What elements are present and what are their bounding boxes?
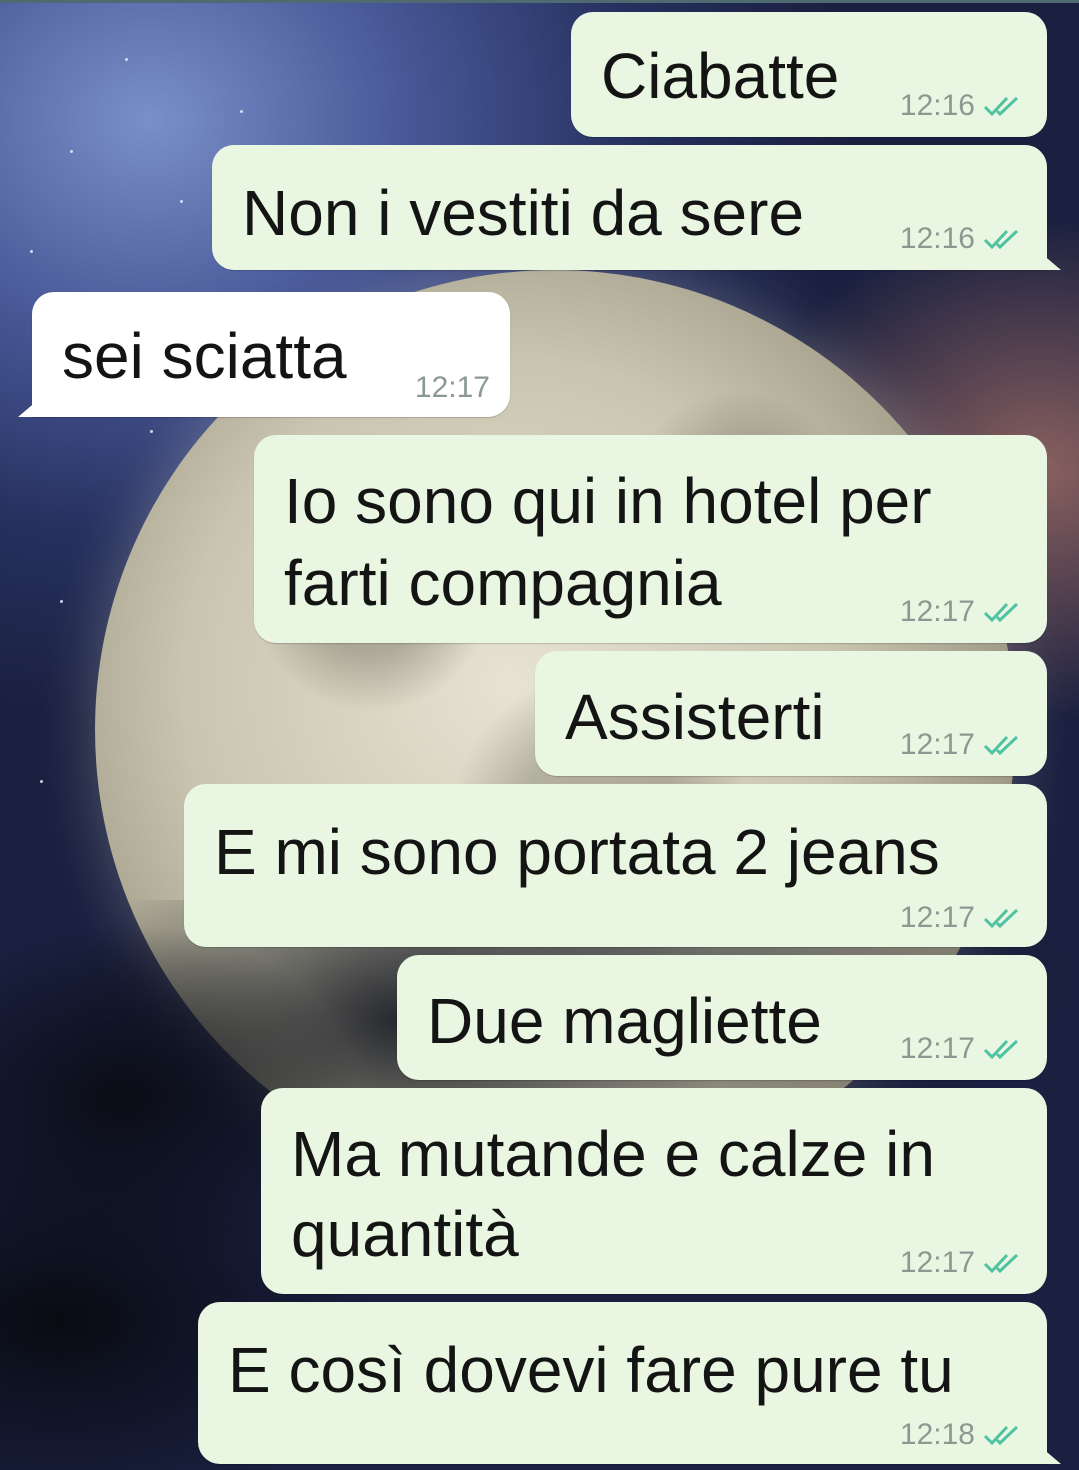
message-bubble-outgoing[interactable]: Ciabatte 12:16 <box>571 12 1047 137</box>
message-text: Ciabatte <box>601 40 840 112</box>
message-text-line2: quantità <box>291 1198 519 1270</box>
message-time: 12:17 <box>899 1032 975 1065</box>
message-meta: 12:17 <box>900 1246 1025 1280</box>
star <box>125 58 128 61</box>
message-bubble-outgoing[interactable]: Non i vestiti da sere 12:16 <box>212 145 1061 270</box>
message-bubble-outgoing[interactable]: Assisterti 12:17 <box>535 651 1047 776</box>
message-time: 12:17 <box>899 595 975 628</box>
double-check-icon <box>983 907 1025 929</box>
message-bubble-outgoing[interactable]: Io sono qui in hotel per farti compagnia… <box>254 435 1047 643</box>
message-text: E così dovevi fare pure tu <box>228 1334 954 1406</box>
message-time: 12:17 <box>899 901 975 934</box>
star <box>30 250 33 253</box>
message-bubble-outgoing[interactable]: Ma mutande e calze in quantità 12:17 <box>261 1088 1047 1294</box>
double-check-icon <box>983 1424 1025 1446</box>
message-text-line2: farti compagnia <box>284 547 722 619</box>
message-text: Non i vestiti da sere <box>242 177 805 249</box>
star <box>40 780 43 783</box>
double-check-icon <box>983 1038 1025 1060</box>
message-meta: 12:17 <box>900 1032 1025 1066</box>
message-meta: 12:16 <box>900 222 1025 256</box>
message-bubble-incoming[interactable]: sei sciatta 12:17 <box>18 292 510 417</box>
message-text-line1: Io sono qui in hotel per <box>284 465 932 537</box>
double-check-icon <box>983 228 1025 250</box>
double-check-icon <box>983 601 1025 623</box>
message-time: 12:16 <box>899 222 975 255</box>
message-time: 12:17 <box>899 728 975 761</box>
star <box>60 600 63 603</box>
message-meta: 12:17 <box>900 728 1025 762</box>
message-meta: 12:18 <box>900 1418 1025 1452</box>
message-bubble-outgoing[interactable]: E così dovevi fare pure tu 12:18 <box>198 1302 1061 1464</box>
message-text: Assisterti <box>565 681 825 753</box>
message-text: Due magliette <box>427 985 822 1057</box>
message-meta: 12:17 <box>415 371 490 405</box>
message-time: 12:16 <box>899 89 975 122</box>
star <box>240 110 243 113</box>
message-time: 12:18 <box>899 1418 975 1451</box>
message-meta: 12:16 <box>900 89 1025 123</box>
message-bubble-outgoing[interactable]: E mi sono portata 2 jeans 12:17 <box>184 784 1047 947</box>
top-divider <box>0 0 1079 3</box>
double-check-icon <box>983 1252 1025 1274</box>
message-text: E mi sono portata 2 jeans <box>214 816 940 888</box>
star <box>180 200 183 203</box>
message-text: sei sciatta <box>62 320 347 392</box>
star <box>70 150 73 153</box>
double-check-icon <box>983 734 1025 756</box>
message-bubble-outgoing[interactable]: Due magliette 12:17 <box>397 955 1047 1080</box>
message-time: 12:17 <box>899 1246 975 1279</box>
message-text-line1: Ma mutande e calze in <box>291 1118 935 1190</box>
message-meta: 12:17 <box>900 901 1025 935</box>
double-check-icon <box>983 95 1025 117</box>
star <box>150 430 153 433</box>
message-time: 12:17 <box>414 371 490 404</box>
message-meta: 12:17 <box>900 595 1025 629</box>
